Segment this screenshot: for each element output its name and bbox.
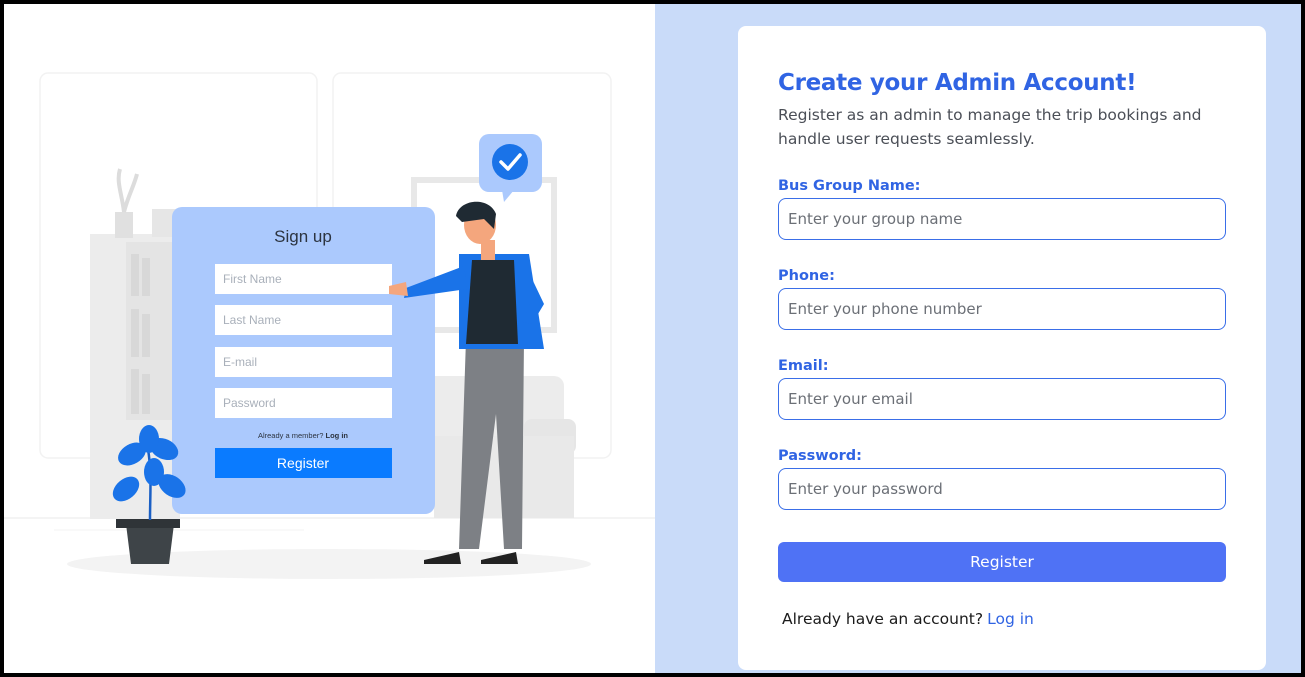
illustration-member-text: Already a member? xyxy=(258,431,323,440)
illustration-title: Sign up xyxy=(274,227,332,246)
form-title: Create your Admin Account! xyxy=(778,70,1137,96)
illustration-field-password: Password xyxy=(223,396,276,410)
illustration-field-last: Last Name xyxy=(223,313,281,327)
group-name-label: Bus Group Name: xyxy=(778,178,921,194)
illustration-member-link: Log in xyxy=(326,431,349,440)
illustration-panel: Sign up First Name Last Name E-mail Pass… xyxy=(4,4,655,673)
email-label: Email: xyxy=(778,358,829,374)
phone-input[interactable] xyxy=(778,288,1226,330)
illustration-field-first: First Name xyxy=(223,272,282,286)
group-name-input[interactable] xyxy=(778,198,1226,240)
form-subtitle: Register as an admin to manage the trip … xyxy=(778,106,1202,148)
illustration-register: Register xyxy=(277,455,329,471)
register-button[interactable]: Register xyxy=(778,542,1226,582)
password-input[interactable] xyxy=(778,468,1226,510)
signup-illustration: Sign up First Name Last Name E-mail Pass… xyxy=(4,72,655,579)
register-card: Create your Admin Account! Register as a… xyxy=(738,26,1266,670)
app-frame: Sign up First Name Last Name E-mail Pass… xyxy=(4,4,1301,673)
password-label: Password: xyxy=(778,448,862,464)
phone-label: Phone: xyxy=(778,268,835,284)
email-input[interactable] xyxy=(778,378,1226,420)
login-link[interactable]: Log in xyxy=(987,610,1034,628)
login-prompt-text: Already have an account? xyxy=(782,610,984,628)
illustration-field-email: E-mail xyxy=(223,355,257,369)
form-panel: Create your Admin Account! Register as a… xyxy=(655,4,1301,673)
svg-text:Already a member? Log: Already a member? Log in xyxy=(258,431,348,440)
login-prompt: Already have an account? Log in xyxy=(782,610,1034,628)
